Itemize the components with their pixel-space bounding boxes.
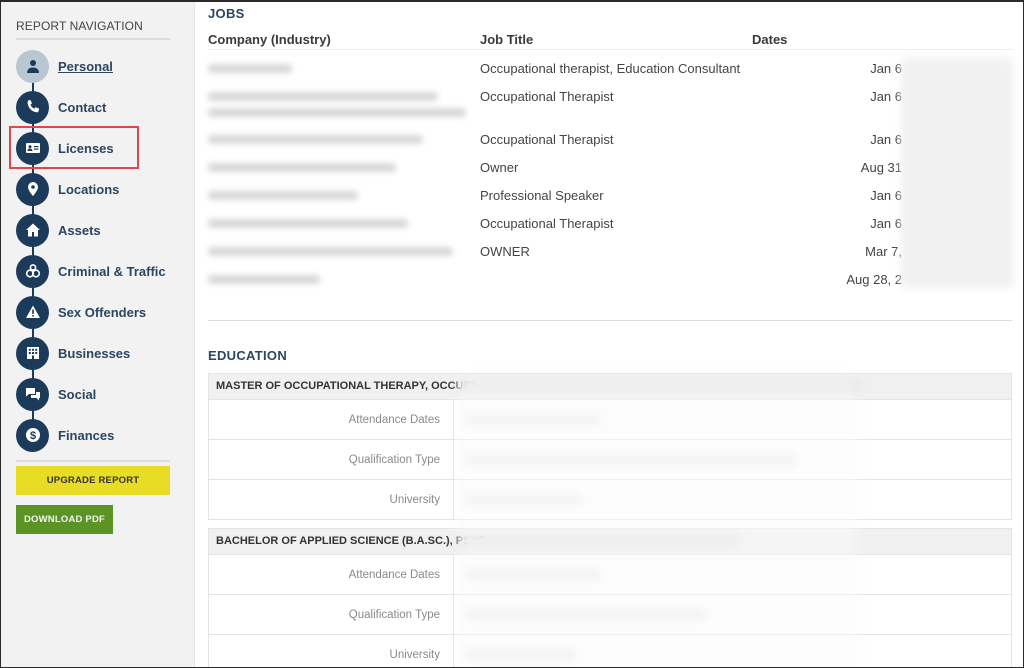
nav-item-businesses[interactable]: Businesses bbox=[16, 336, 130, 370]
company-cell-redacted bbox=[208, 216, 468, 231]
jobs-table-header: Company (Industry) Job Title Dates bbox=[208, 32, 1012, 50]
date-cell: Jan 6 bbox=[870, 89, 902, 104]
nav-item-criminal-traffic[interactable]: Criminal & Traffic bbox=[16, 254, 166, 288]
nav-label: Personal bbox=[58, 58, 113, 74]
company-cell-redacted bbox=[208, 272, 468, 287]
divider bbox=[208, 320, 1012, 321]
date-cell: Jan 6 bbox=[870, 61, 902, 76]
nav-title: REPORT NAVIGATION bbox=[16, 19, 143, 33]
nav-label: Contact bbox=[58, 99, 107, 115]
date-cell: Mar 7, bbox=[865, 244, 902, 259]
phone-icon bbox=[16, 90, 49, 124]
nav-item-sex-offenders[interactable]: Sex Offenders bbox=[16, 295, 146, 329]
company-cell-redacted bbox=[208, 244, 468, 259]
education-section-title: EDUCATION bbox=[208, 348, 288, 363]
nav-label: Criminal & Traffic bbox=[58, 263, 166, 279]
handcuffs-icon bbox=[16, 254, 49, 288]
nav-item-personal[interactable]: Personal bbox=[16, 49, 113, 83]
nav-label: Licenses bbox=[58, 140, 114, 156]
field-label: Qualification Type bbox=[209, 440, 454, 479]
field-label: Attendance Dates bbox=[209, 400, 454, 439]
divider bbox=[16, 38, 170, 40]
nav-label: Businesses bbox=[58, 345, 131, 361]
divider bbox=[16, 460, 170, 462]
column-header-job-title: Job Title bbox=[480, 32, 534, 47]
nav-item-finances[interactable]: $ Finances bbox=[16, 418, 114, 452]
map-pin-icon bbox=[16, 172, 49, 206]
nav-label: Finances bbox=[58, 427, 115, 443]
date-cell: Aug 28, 2 bbox=[846, 272, 902, 287]
date-cell: Jan 6 bbox=[870, 216, 902, 231]
nav-label: Locations bbox=[58, 181, 120, 197]
column-header-dates: Dates bbox=[752, 32, 788, 47]
education-redacted-overlay bbox=[458, 374, 858, 667]
date-cell: Aug 31 bbox=[860, 160, 902, 175]
company-cell-redacted bbox=[208, 61, 468, 76]
report-navigation-sidebar: REPORT NAVIGATION Personal Contact Licen… bbox=[1, 2, 195, 667]
field-label: University bbox=[209, 635, 454, 667]
nav-item-locations[interactable]: Locations bbox=[16, 172, 119, 206]
nav-label: Social bbox=[58, 386, 97, 402]
warning-icon bbox=[16, 295, 49, 329]
nav-item-social[interactable]: Social bbox=[16, 377, 96, 411]
company-cell-redacted bbox=[208, 160, 468, 175]
job-title-cell: Occupational Therapist bbox=[480, 89, 614, 104]
nav-item-licenses[interactable]: Licenses bbox=[16, 131, 114, 165]
job-title-cell: Occupational Therapist bbox=[480, 132, 614, 147]
report-page: REPORT NAVIGATION Personal Contact Licen… bbox=[0, 0, 1024, 668]
column-header-company: Company (Industry) bbox=[208, 32, 331, 47]
upgrade-report-button[interactable]: UPGRADE REPORT bbox=[16, 466, 170, 495]
company-cell-redacted bbox=[208, 132, 468, 147]
date-cell: Jan 6 bbox=[870, 188, 902, 203]
id-card-icon bbox=[16, 131, 49, 165]
date-cell: Jan 6 bbox=[870, 132, 902, 147]
job-title-cell: Occupational Therapist bbox=[480, 216, 614, 231]
report-main-content: JOBS Company (Industry) Job Title Dates … bbox=[196, 2, 1023, 667]
dollar-icon: $ bbox=[16, 418, 49, 452]
job-title-cell: Professional Speaker bbox=[480, 188, 604, 203]
field-label: University bbox=[209, 480, 454, 519]
nav-item-contact[interactable]: Contact bbox=[16, 90, 106, 124]
nav-label: Sex Offenders bbox=[58, 304, 147, 320]
dates-redacted-overlay bbox=[901, 58, 1013, 288]
nav-item-assets[interactable]: Assets bbox=[16, 213, 101, 247]
svg-text:$: $ bbox=[29, 430, 35, 442]
company-cell-redacted bbox=[208, 188, 468, 203]
jobs-section-title: JOBS bbox=[208, 6, 245, 21]
job-title-cell: Owner bbox=[480, 160, 519, 175]
home-icon bbox=[16, 213, 49, 247]
person-icon bbox=[16, 49, 49, 83]
download-pdf-button[interactable]: DOWNLOAD PDF bbox=[16, 505, 113, 534]
field-label: Qualification Type bbox=[209, 595, 454, 634]
chat-bubbles-icon bbox=[16, 377, 49, 411]
job-title-cell: Occupational therapist, Education Consul… bbox=[480, 61, 741, 76]
company-cell-redacted bbox=[208, 89, 468, 120]
building-icon bbox=[16, 336, 49, 370]
nav-label: Assets bbox=[58, 222, 101, 238]
job-title-cell: OWNER bbox=[480, 244, 530, 259]
field-label: Attendance Dates bbox=[209, 555, 454, 594]
